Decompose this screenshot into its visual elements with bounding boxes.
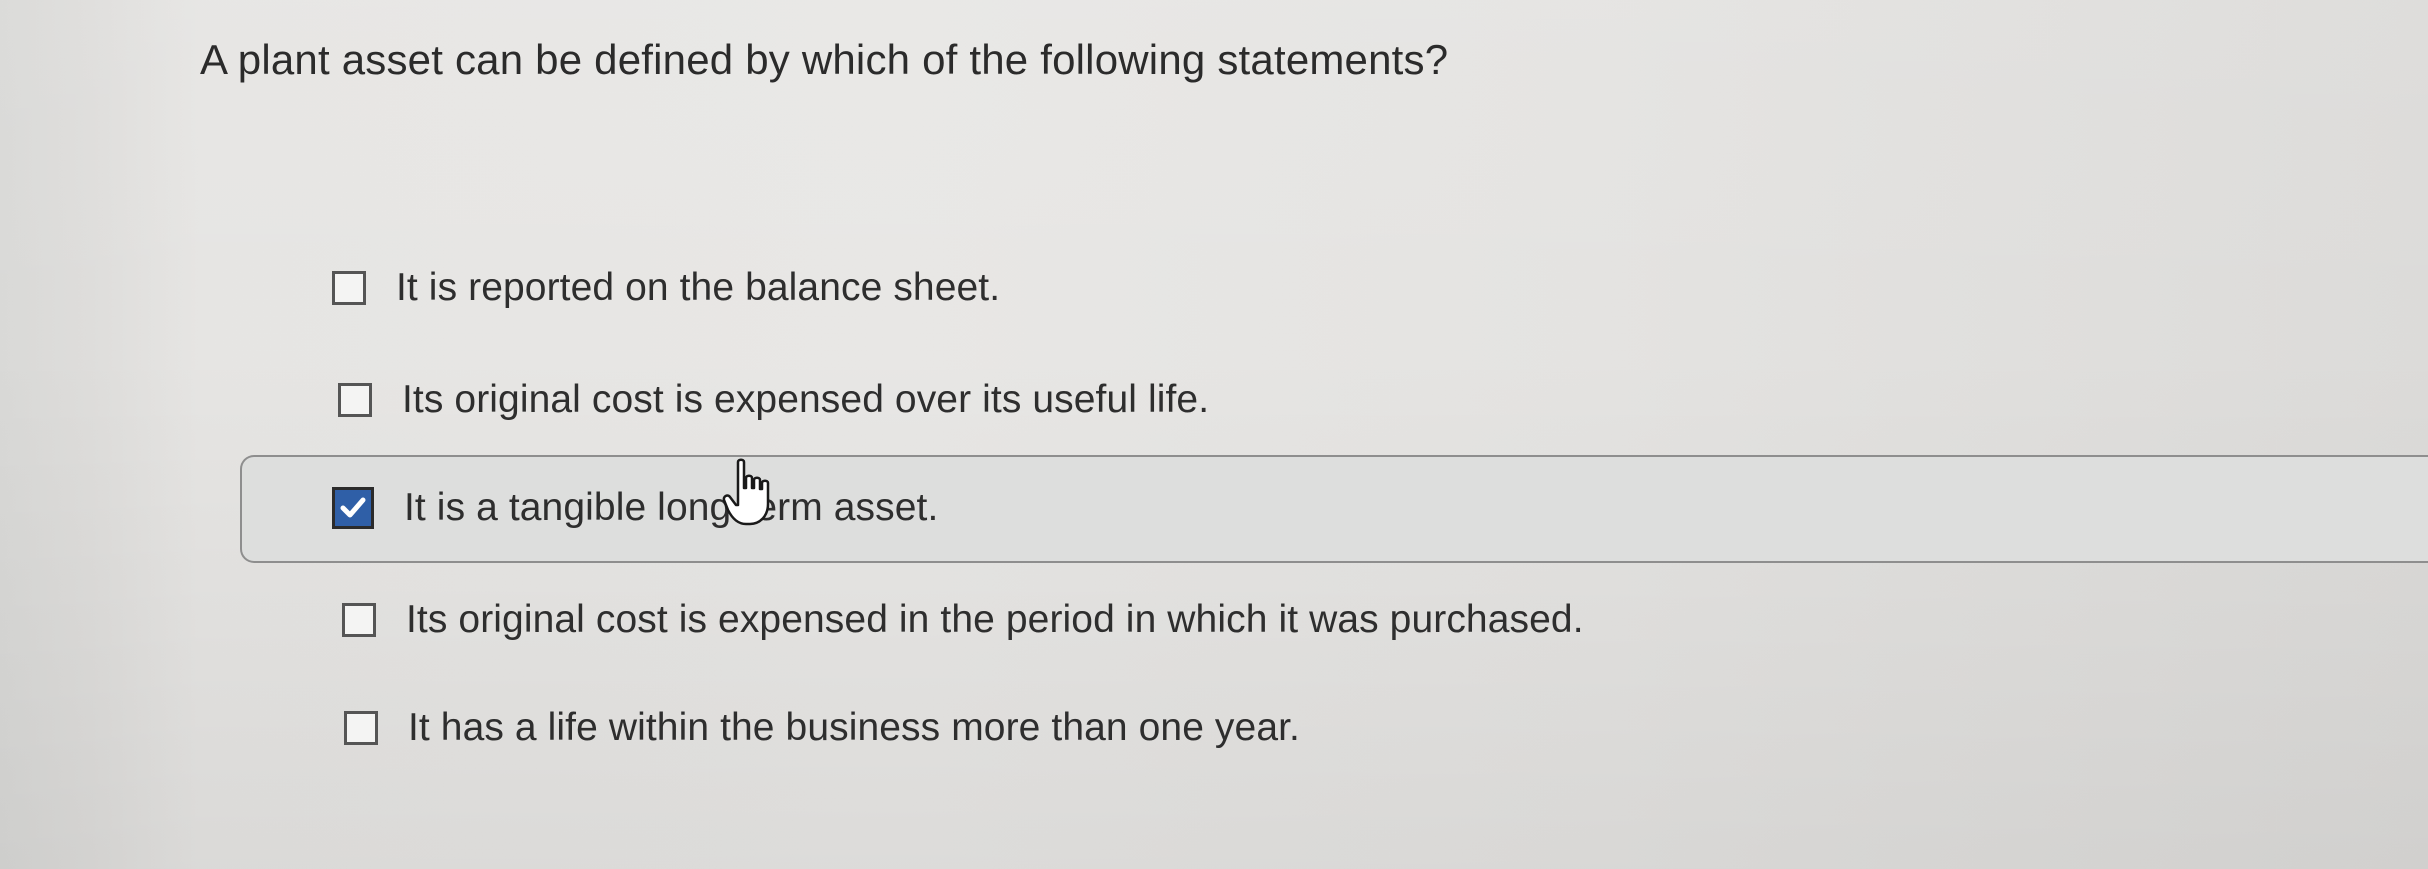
checkmark-icon: [340, 497, 366, 518]
choice-5[interactable]: It has a life within the business more t…: [344, 706, 1300, 750]
choice-1-label: It is reported on the balance sheet.: [396, 266, 1001, 309]
checkbox-2[interactable]: [338, 383, 372, 417]
choice-3-label: It is a tangible long-term asset.: [404, 486, 939, 529]
choice-4-label: Its original cost is expensed in the per…: [406, 598, 1584, 641]
choice-1[interactable]: It is reported on the balance sheet.: [332, 266, 1000, 310]
checkbox-3-checked[interactable]: [332, 487, 374, 529]
choice-5-label: It has a life within the business more t…: [408, 706, 1300, 749]
choice-4[interactable]: Its original cost is expensed in the per…: [342, 598, 1584, 642]
checkbox-4[interactable]: [342, 603, 376, 637]
checkbox-5[interactable]: [344, 711, 378, 745]
choice-2[interactable]: Its original cost is expensed over its u…: [338, 378, 1209, 422]
choice-3[interactable]: It is a tangible long-term asset.: [332, 486, 938, 530]
question-text: A plant asset can be defined by which of…: [200, 36, 1449, 83]
choice-2-label: Its original cost is expensed over its u…: [402, 378, 1210, 421]
checkbox-1[interactable]: [332, 271, 366, 305]
hand-pointer-cursor-icon: [722, 458, 770, 526]
